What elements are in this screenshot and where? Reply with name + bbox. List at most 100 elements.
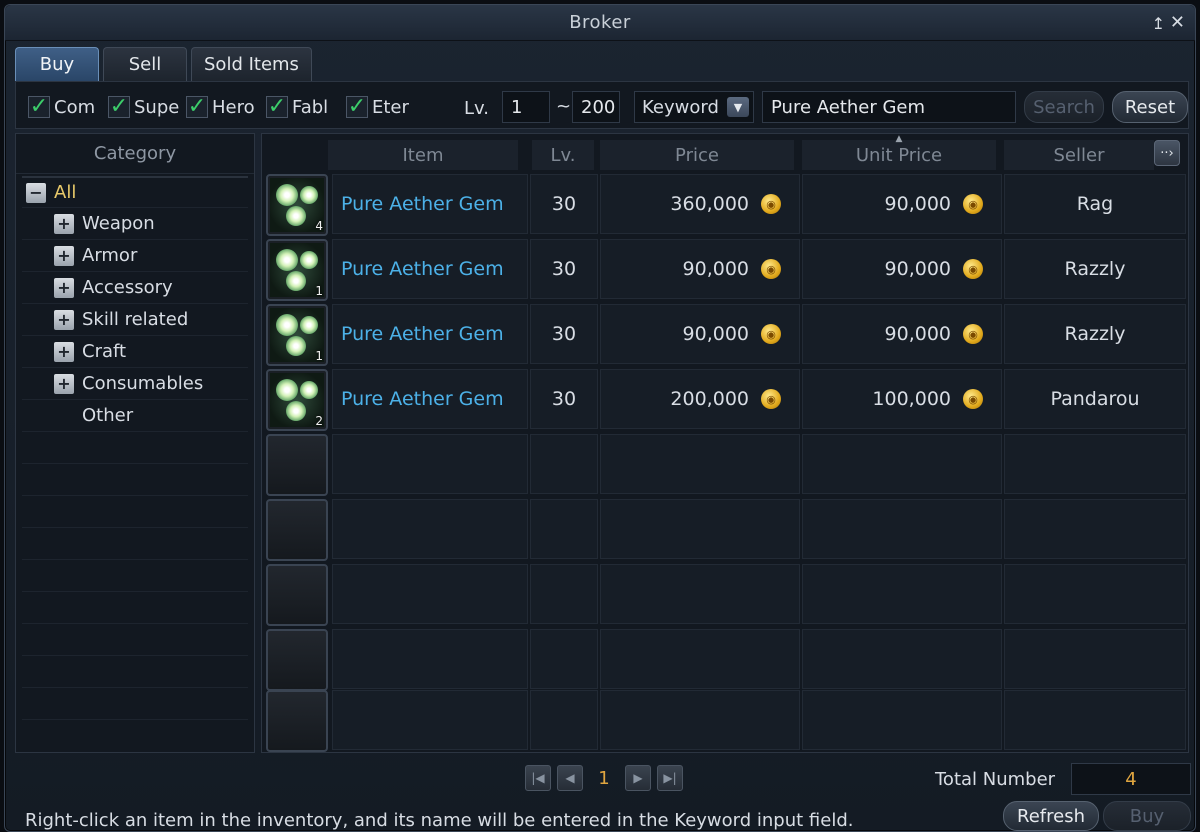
gold-coin-icon: ◉ bbox=[963, 389, 983, 409]
close-icon[interactable]: ✕ bbox=[1170, 12, 1185, 33]
footer-hint: Right-click an item in the inventory, an… bbox=[25, 810, 854, 831]
filter-label: Hero bbox=[212, 96, 255, 118]
filter-superior[interactable]: ✓ Supe bbox=[108, 96, 186, 118]
item-price: 360,000 ◉ bbox=[600, 174, 800, 234]
reset-button[interactable]: Reset bbox=[1112, 91, 1188, 123]
category-empty-row bbox=[22, 432, 248, 464]
filter-heroic[interactable]: ✓ Hero bbox=[186, 96, 266, 118]
empty-item-slot bbox=[266, 564, 328, 626]
broker-window: Broker ↥ ✕ Buy Sell Sold Items ✓ Com ✓ S… bbox=[4, 4, 1196, 832]
level-max-input[interactable]: 200 bbox=[572, 91, 620, 123]
item-name-link[interactable]: Pure Aether Gem bbox=[332, 239, 528, 299]
gold-coin-icon: ◉ bbox=[761, 324, 781, 344]
filter-eternal[interactable]: ✓ Eter bbox=[346, 96, 436, 118]
checkbox-checked-icon[interactable]: ✓ bbox=[266, 96, 288, 118]
gold-coin-icon: ◉ bbox=[963, 194, 983, 214]
expand-icon[interactable]: + bbox=[54, 309, 74, 330]
category-empty-row bbox=[22, 464, 248, 496]
expand-icon[interactable]: + bbox=[54, 341, 74, 362]
tab-bar: Buy Sell Sold Items bbox=[15, 47, 312, 81]
category-empty-row bbox=[22, 592, 248, 624]
tab-sell[interactable]: Sell bbox=[103, 47, 187, 81]
last-page-icon[interactable]: ▶| bbox=[657, 765, 683, 791]
column-header-lv[interactable]: Lv. bbox=[532, 140, 594, 170]
item-price: 200,000 ◉ bbox=[600, 369, 800, 429]
more-columns-icon[interactable]: ··› bbox=[1154, 140, 1180, 166]
next-page-icon[interactable]: ▶ bbox=[625, 765, 651, 791]
category-accessory[interactable]: + Accessory bbox=[22, 272, 248, 304]
category-panel: Category − All + Weapon + Armor + Access… bbox=[15, 133, 255, 753]
column-header-unit-price[interactable]: ▲ Unit Price bbox=[802, 134, 996, 170]
keyword-type-select[interactable]: Keyword ▼ bbox=[634, 91, 754, 123]
unit-price-value: 90,000 bbox=[884, 258, 951, 280]
category-weapon[interactable]: + Weapon bbox=[22, 208, 248, 240]
sort-ascending-icon: ▲ bbox=[895, 134, 903, 144]
item-name-link[interactable]: Pure Aether Gem bbox=[332, 369, 528, 429]
table-row[interactable]: 1 Pure Aether Gem 30 90,000 ◉ 90,000 ◉ R… bbox=[266, 239, 1186, 301]
column-header-seller[interactable]: Seller bbox=[1004, 140, 1154, 170]
seller-name: Rag bbox=[1004, 174, 1186, 234]
prev-page-icon[interactable]: ◀ bbox=[557, 765, 583, 791]
refresh-button[interactable]: Refresh bbox=[1003, 801, 1099, 831]
level-min-input[interactable]: 1 bbox=[502, 91, 550, 123]
checkbox-checked-icon[interactable]: ✓ bbox=[346, 96, 368, 118]
filter-label: Supe bbox=[134, 96, 180, 118]
collapse-icon[interactable]: − bbox=[26, 182, 46, 203]
filter-common[interactable]: ✓ Com bbox=[28, 96, 112, 118]
gold-coin-icon: ◉ bbox=[761, 389, 781, 409]
category-label: Armor bbox=[82, 245, 138, 266]
search-button[interactable]: Search bbox=[1024, 91, 1104, 123]
table-row-empty bbox=[266, 629, 1186, 691]
pin-icon[interactable]: ↥ bbox=[1152, 14, 1165, 33]
filter-fabled[interactable]: ✓ Fabl bbox=[266, 96, 344, 118]
seller-name: Razzly bbox=[1004, 304, 1186, 364]
table-row[interactable]: 1 Pure Aether Gem 30 90,000 ◉ 90,000 ◉ R… bbox=[266, 304, 1186, 366]
column-header-price[interactable]: Price bbox=[600, 140, 794, 170]
category-label: Weapon bbox=[82, 213, 155, 234]
column-header-item[interactable]: Item bbox=[328, 140, 518, 170]
expand-icon[interactable]: + bbox=[54, 373, 74, 394]
item-name-link[interactable]: Pure Aether Gem bbox=[332, 304, 528, 364]
category-skill-related[interactable]: + Skill related bbox=[22, 304, 248, 336]
category-consumables[interactable]: + Consumables bbox=[22, 368, 248, 400]
item-slot[interactable]: 2 bbox=[266, 369, 328, 431]
tab-sold-items[interactable]: Sold Items bbox=[191, 47, 312, 81]
tab-buy[interactable]: Buy bbox=[15, 47, 99, 81]
category-label: Craft bbox=[82, 341, 127, 362]
seller-name: Razzly bbox=[1004, 239, 1186, 299]
first-page-icon[interactable]: |◀ bbox=[525, 765, 551, 791]
checkbox-checked-icon[interactable]: ✓ bbox=[108, 96, 130, 118]
item-unit-price: 90,000 ◉ bbox=[802, 304, 1002, 364]
buy-button[interactable]: Buy bbox=[1103, 801, 1191, 831]
category-label: All bbox=[54, 182, 77, 203]
gold-coin-icon: ◉ bbox=[963, 324, 983, 344]
filter-label: Eter bbox=[372, 96, 409, 118]
item-slot[interactable]: 4 bbox=[266, 174, 328, 236]
keyword-input[interactable]: Pure Aether Gem bbox=[762, 91, 1016, 123]
category-empty-row bbox=[22, 496, 248, 528]
item-slot[interactable]: 1 bbox=[266, 304, 328, 366]
category-empty-row bbox=[22, 624, 248, 656]
expand-icon[interactable]: + bbox=[54, 277, 74, 298]
expand-icon[interactable]: + bbox=[54, 245, 74, 266]
category-armor[interactable]: + Armor bbox=[22, 240, 248, 272]
title-bar[interactable]: Broker ↥ ✕ bbox=[5, 5, 1195, 41]
item-unit-price: 90,000 ◉ bbox=[802, 239, 1002, 299]
total-number-label: Total Number bbox=[935, 769, 1056, 790]
chevron-down-icon[interactable]: ▼ bbox=[727, 97, 749, 117]
table-row[interactable]: 4 Pure Aether Gem 30 360,000 ◉ 90,000 ◉ … bbox=[266, 174, 1186, 236]
pagination: |◀ ◀ 1 ▶ ▶| bbox=[525, 765, 683, 791]
item-slot[interactable]: 1 bbox=[266, 239, 328, 301]
item-unit-price: 100,000 ◉ bbox=[802, 369, 1002, 429]
table-row[interactable]: 2 Pure Aether Gem 30 200,000 ◉ 100,000 ◉… bbox=[266, 369, 1186, 431]
category-craft[interactable]: + Craft bbox=[22, 336, 248, 368]
stack-count: 4 bbox=[315, 219, 323, 233]
gold-coin-icon: ◉ bbox=[761, 194, 781, 214]
checkbox-checked-icon[interactable]: ✓ bbox=[28, 96, 50, 118]
category-all[interactable]: − All bbox=[22, 176, 248, 208]
category-other[interactable]: Other bbox=[22, 400, 248, 432]
checkbox-checked-icon[interactable]: ✓ bbox=[186, 96, 208, 118]
expand-icon[interactable]: + bbox=[54, 213, 74, 234]
category-label: Consumables bbox=[82, 373, 204, 394]
item-name-link[interactable]: Pure Aether Gem bbox=[332, 174, 528, 234]
